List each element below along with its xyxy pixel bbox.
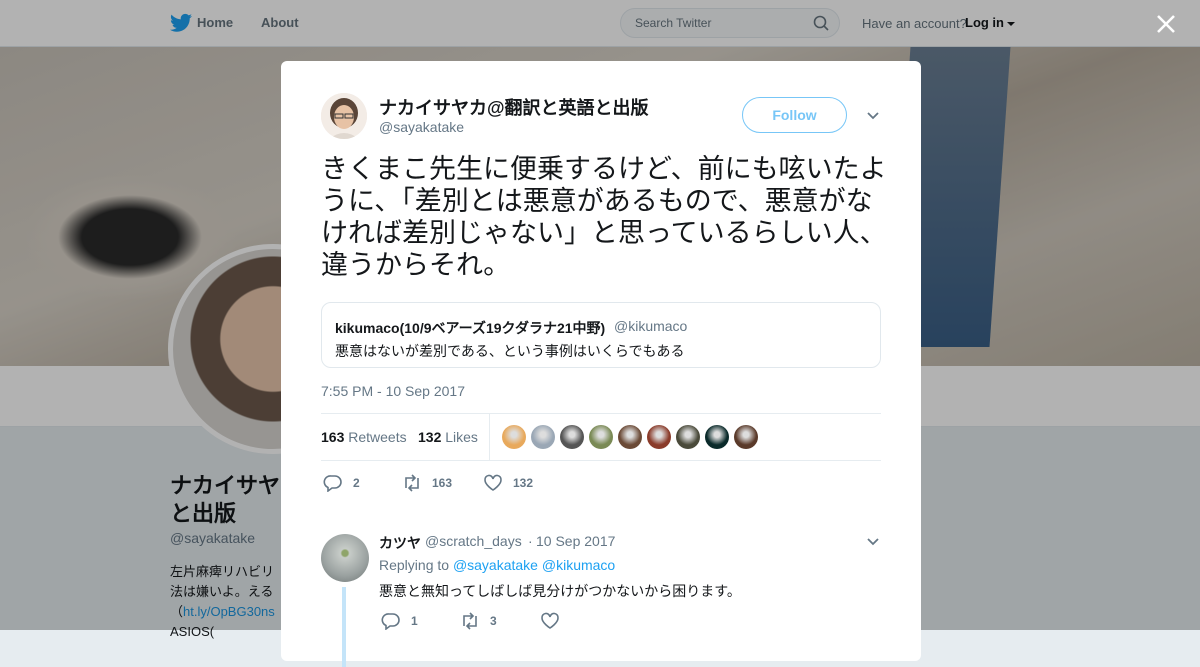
liker-avatar[interactable] xyxy=(502,425,526,449)
quoted-author-handle: @kikumaco xyxy=(614,318,688,334)
like-stat[interactable]: 132 Likes xyxy=(418,429,478,445)
reply-date[interactable]: 10 Sep 2017 xyxy=(536,533,615,549)
author-avatar[interactable] xyxy=(321,93,367,139)
reply-icon xyxy=(381,613,400,630)
stats-divider-bottom xyxy=(321,460,881,461)
reply-text: 悪意と無知ってしばしば見分けがつかないから困ります。 xyxy=(379,583,741,599)
quoted-tweet-text: 悪意はないが差別である、という事例はいくらでもある xyxy=(335,343,685,359)
reply-chevron-down-icon[interactable] xyxy=(866,537,880,547)
liker-avatar[interactable] xyxy=(734,425,758,449)
replying-to: Replying to @sayakatake @kikumaco xyxy=(379,557,616,573)
retweet-icon xyxy=(405,474,419,492)
liker-avatar[interactable] xyxy=(560,425,584,449)
stats-vertical-divider xyxy=(489,414,490,460)
author-handle[interactable]: @sayakatake xyxy=(379,119,464,135)
stats-divider-top xyxy=(321,413,881,414)
reply-icon xyxy=(323,475,342,492)
quoted-author-name: kikumaco(10/9ベアーズ19クダラナ21中野) xyxy=(335,320,606,336)
liker-avatar[interactable] xyxy=(531,425,555,449)
reply-author-avatar[interactable] xyxy=(321,534,369,582)
author-portrait-icon xyxy=(321,93,367,139)
reply-author-handle[interactable]: @scratch_days xyxy=(425,533,522,549)
tweet-modal: ナカイサヤカ@翻訳と英語と出版 @sayakatake Follow きくまこ先… xyxy=(281,61,921,667)
heart-icon xyxy=(541,612,559,629)
close-icon[interactable] xyxy=(1155,13,1177,35)
quoted-tweet[interactable]: kikumaco(10/9ベアーズ19クダラナ21中野) @kikumaco 悪… xyxy=(321,302,881,368)
retweet-stat[interactable]: 163 Retweets xyxy=(321,429,407,445)
liker-avatar[interactable] xyxy=(705,425,729,449)
reply-author-name[interactable]: カツヤ xyxy=(379,533,421,553)
retweet-icon xyxy=(463,612,477,630)
reply-separator: · xyxy=(528,533,533,549)
liker-avatar[interactable] xyxy=(618,425,642,449)
liker-avatar[interactable] xyxy=(647,425,671,449)
heart-icon xyxy=(484,474,502,491)
author-name[interactable]: ナカイサヤカ@翻訳と英語と出版 xyxy=(379,94,649,120)
follow-button[interactable]: Follow xyxy=(742,97,847,133)
mention-link[interactable]: @kikumaco xyxy=(542,557,615,573)
tweet-timestamp[interactable]: 7:55 PM - 10 Sep 2017 xyxy=(321,383,465,399)
liker-avatar[interactable] xyxy=(676,425,700,449)
chevron-down-icon[interactable] xyxy=(866,111,880,121)
tweet-text: きくまこ先生に便乗するけど、前にも呟いたように、「差別とは悪意があるもので、悪意… xyxy=(321,154,887,280)
mention-link[interactable]: @sayakatake xyxy=(453,557,538,573)
thread-line xyxy=(342,587,346,667)
liker-avatar[interactable] xyxy=(589,425,613,449)
